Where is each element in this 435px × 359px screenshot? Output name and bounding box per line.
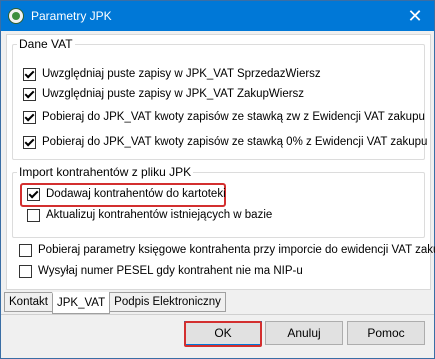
aktualizuj-label: Aktualizuj kontrahentów istniejących w b… (46, 209, 273, 221)
pesel-checkbox[interactable] (19, 264, 32, 278)
pesel-label: Wysyłaj numer PESEL gdy kontrahent nie m… (38, 265, 303, 277)
help-button[interactable]: Pomoc (347, 321, 425, 345)
tab-kontakt[interactable]: Kontakt (4, 292, 53, 312)
ok-button[interactable]: OK (184, 321, 262, 345)
option-puste-zakup[interactable]: Uwzględniaj puste zapisy w JPK_VAT Zakup… (23, 86, 304, 102)
close-icon[interactable]: ✕ (404, 5, 426, 27)
import-legend: Import kontrahentów z pliku JPK (19, 165, 192, 179)
cancel-button[interactable]: Anuluj (265, 321, 343, 345)
tab-content-panel: Dane VAT Uwzględniaj puste zapisy w JPK_… (6, 34, 435, 290)
puste-sprzedaz-checkbox[interactable] (23, 67, 36, 81)
option-stawka-0[interactable]: Pobieraj do JPK_VAT kwoty zapisów ze sta… (23, 134, 427, 150)
window-title: Parametry JPK (31, 9, 112, 23)
divider (1, 314, 434, 315)
puste-zakup-label: Uwzględniaj puste zapisy w JPK_VAT Zakup… (42, 88, 305, 100)
puste-zakup-checkbox[interactable] (23, 87, 36, 101)
option-parametry-ksiegowe[interactable]: Pobieraj parametry księgowe kontrahenta … (19, 242, 435, 258)
dane-vat-legend: Dane VAT (19, 37, 73, 51)
dodawaj-label: Dodawaj kontrahentów do kartoteki (46, 188, 226, 200)
stawka-0-checkbox[interactable] (23, 135, 36, 149)
dodawaj-checkbox[interactable] (27, 187, 40, 201)
option-dodawaj-kontrahentow[interactable]: Dodawaj kontrahentów do kartoteki (27, 186, 226, 202)
tab-podpis-elektroniczny[interactable]: Podpis Elektroniczny (109, 292, 226, 312)
stawka-zw-label: Pobieraj do JPK_VAT kwoty zapisów ze sta… (42, 111, 425, 123)
puste-sprzedaz-label: Uwzględniaj puste zapisy w JPK_VAT Sprze… (42, 68, 321, 80)
stawka-0-label: Pobieraj do JPK_VAT kwoty zapisów ze sta… (42, 136, 428, 148)
option-puste-sprzedaz[interactable]: Uwzględniaj puste zapisy w JPK_VAT Sprze… (23, 66, 321, 82)
option-pesel[interactable]: Wysyłaj numer PESEL gdy kontrahent nie m… (19, 263, 303, 279)
dialog-window: Parametry JPK ✕ Dane VAT Uwzględniaj pus… (0, 0, 435, 359)
aktualizuj-checkbox[interactable] (27, 208, 40, 222)
app-logo-icon (8, 8, 24, 24)
title-bar[interactable]: Parametry JPK ✕ (1, 1, 434, 31)
option-stawka-zw[interactable]: Pobieraj do JPK_VAT kwoty zapisów ze sta… (23, 109, 425, 125)
stawka-zw-checkbox[interactable] (23, 110, 36, 124)
parametry-ksiegowe-label: Pobieraj parametry księgowe kontrahenta … (38, 244, 435, 256)
tab-strip: Kontakt JPK_VAT Podpis Elektroniczny (4, 292, 226, 314)
option-aktualizuj-kontrahentow[interactable]: Aktualizuj kontrahentów istniejących w b… (27, 207, 272, 223)
tab-jpk-vat[interactable]: JPK_VAT (52, 292, 111, 314)
parametry-ksiegowe-checkbox[interactable] (19, 243, 32, 257)
